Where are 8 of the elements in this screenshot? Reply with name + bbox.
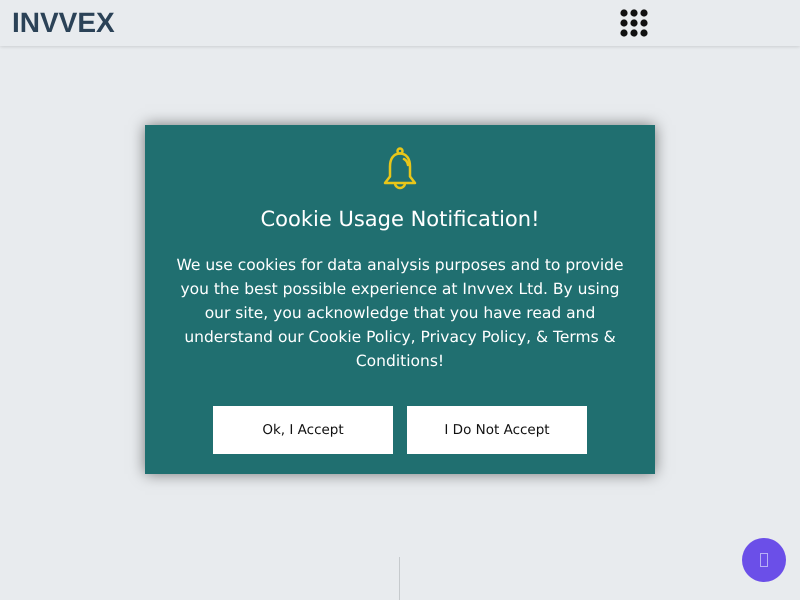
- missing-glyph-icon: [760, 553, 768, 567]
- decline-button[interactable]: I Do Not Accept: [407, 406, 587, 454]
- dialog-message: We use cookies for data analysis purposes and to provide you the best possible experience at Invvex Ltd. By using our site, you acknowledge that you have read and understand our Cookie Policy, Privacy Policy, & Terms & Conditions!: [175, 255, 625, 372]
- accept-button[interactable]: Ok, I Accept: [213, 406, 393, 454]
- dialog-title: Cookie Usage Notification!: [260, 207, 540, 231]
- logo[interactable]: INVVEX: [12, 7, 115, 39]
- apps-grid-icon[interactable]: [620, 9, 648, 37]
- chat-button[interactable]: [742, 538, 786, 582]
